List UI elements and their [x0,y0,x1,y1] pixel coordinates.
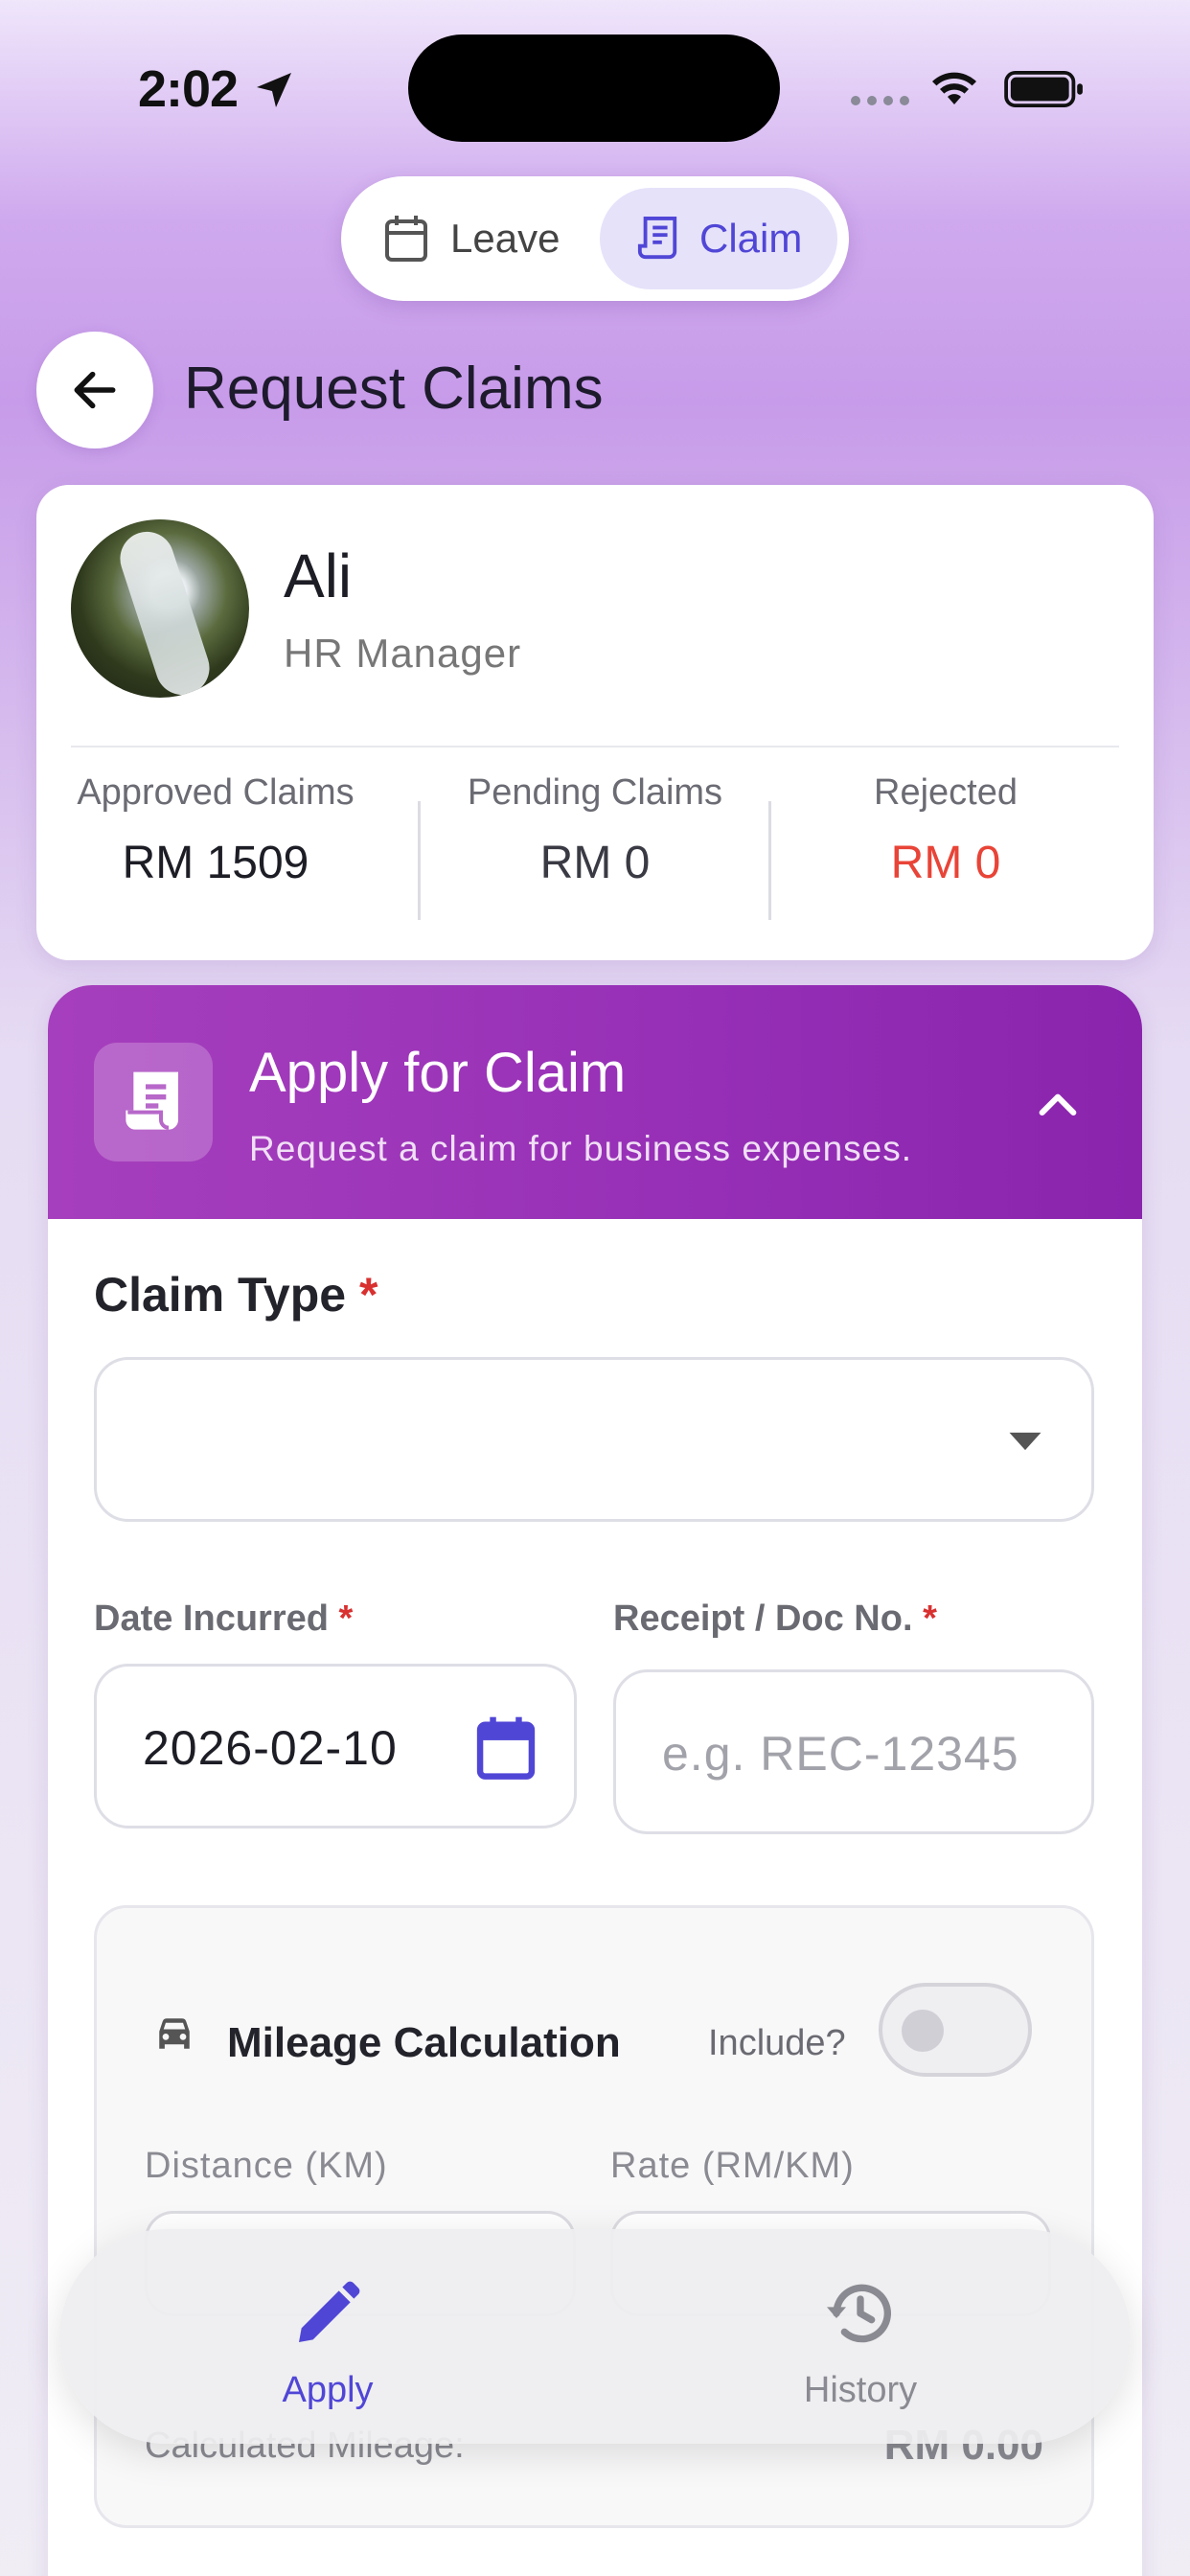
stat-rejected: Rejected RM 0 [770,772,1121,889]
tab-claim[interactable]: Claim [600,188,837,289]
bottom-nav: Apply History [59,2229,1131,2444]
profile-card: Ali HR Manager Approved Claims RM 1509 P… [36,485,1154,960]
receipt-no-input[interactable]: e.g. REC-12345 [613,1669,1094,1834]
dynamic-island [408,34,780,142]
calendar-icon[interactable] [474,1714,538,1782]
receipt-no-label-text: Receipt / Doc No. [613,1598,913,1639]
divider [71,746,1119,748]
stat-approved-value: RM 1509 [122,838,309,888]
module-switcher: Leave Claim [341,176,849,301]
nav-apply-label: Apply [282,2370,374,2410]
apply-claim-header[interactable]: Apply for Claim Request a claim for busi… [48,985,1142,1219]
mileage-include-toggle[interactable] [879,1983,1032,2077]
claim-type-label-text: Claim Type [94,1268,347,1322]
claim-type-label: Claim Type * [94,1267,378,1322]
receipt-icon [637,217,677,260]
tab-claim-label: Claim [699,216,803,261]
mileage-include-label: Include? [708,2023,846,2063]
tab-leave-label: Leave [450,216,561,261]
arrow-left-icon [74,371,116,409]
calendar-icon [385,216,427,262]
distance-label: Distance (KM) [145,2146,388,2186]
profile-name: Ali [284,541,353,610]
nav-history[interactable]: History [717,2275,1004,2411]
receipt-no-label: Receipt / Doc No. * [613,1598,937,1640]
pencil-icon [299,2281,360,2342]
profile-role: HR Manager [284,631,522,676]
receipt-no-placeholder: e.g. REC-12345 [662,1727,1019,1781]
location-arrow-icon [257,73,291,107]
required-mark: * [338,1598,354,1639]
tab-leave[interactable]: Leave [355,188,600,289]
stat-approved: Approved Claims RM 1509 [40,772,391,889]
mileage-title: Mileage Calculation [227,2019,621,2066]
required-mark: * [358,1268,378,1322]
apply-claim-title: Apply for Claim [249,1042,627,1104]
receipt-icon [94,1043,213,1162]
nav-apply[interactable]: Apply [184,2275,471,2411]
required-mark: * [923,1598,937,1639]
date-incurred-value: 2026-02-10 [143,1721,398,1775]
back-button[interactable] [36,332,153,448]
date-incurred-label-text: Date Incurred [94,1598,329,1639]
date-incurred-field[interactable]: 2026-02-10 [94,1664,577,1828]
cellular-signal-icon [851,96,909,105]
apply-claim-subtitle: Request a claim for business expenses. [249,1129,913,1168]
status-time: 2:02 [138,60,239,118]
car-icon [159,2018,190,2049]
dropdown-caret-icon [1009,1432,1041,1451]
page-title: Request Claims [184,356,604,422]
stat-rejected-value: RM 0 [890,838,1001,888]
history-icon [827,2284,891,2343]
date-incurred-label: Date Incurred * [94,1598,353,1640]
battery-icon [1004,71,1083,107]
nav-history-label: History [803,2370,918,2410]
rate-label: Rate (RM/KM) [610,2146,855,2186]
stat-pending-label: Pending Claims [467,772,723,813]
stat-pending-value: RM 0 [539,838,651,888]
chevron-up-icon[interactable] [1031,1079,1085,1133]
stat-approved-label: Approved Claims [77,772,355,813]
avatar [71,519,249,698]
wifi-icon [932,72,976,104]
stat-pending: Pending Claims RM 0 [420,772,770,889]
stat-rejected-label: Rejected [874,772,1018,813]
claim-type-select[interactable] [94,1357,1094,1522]
